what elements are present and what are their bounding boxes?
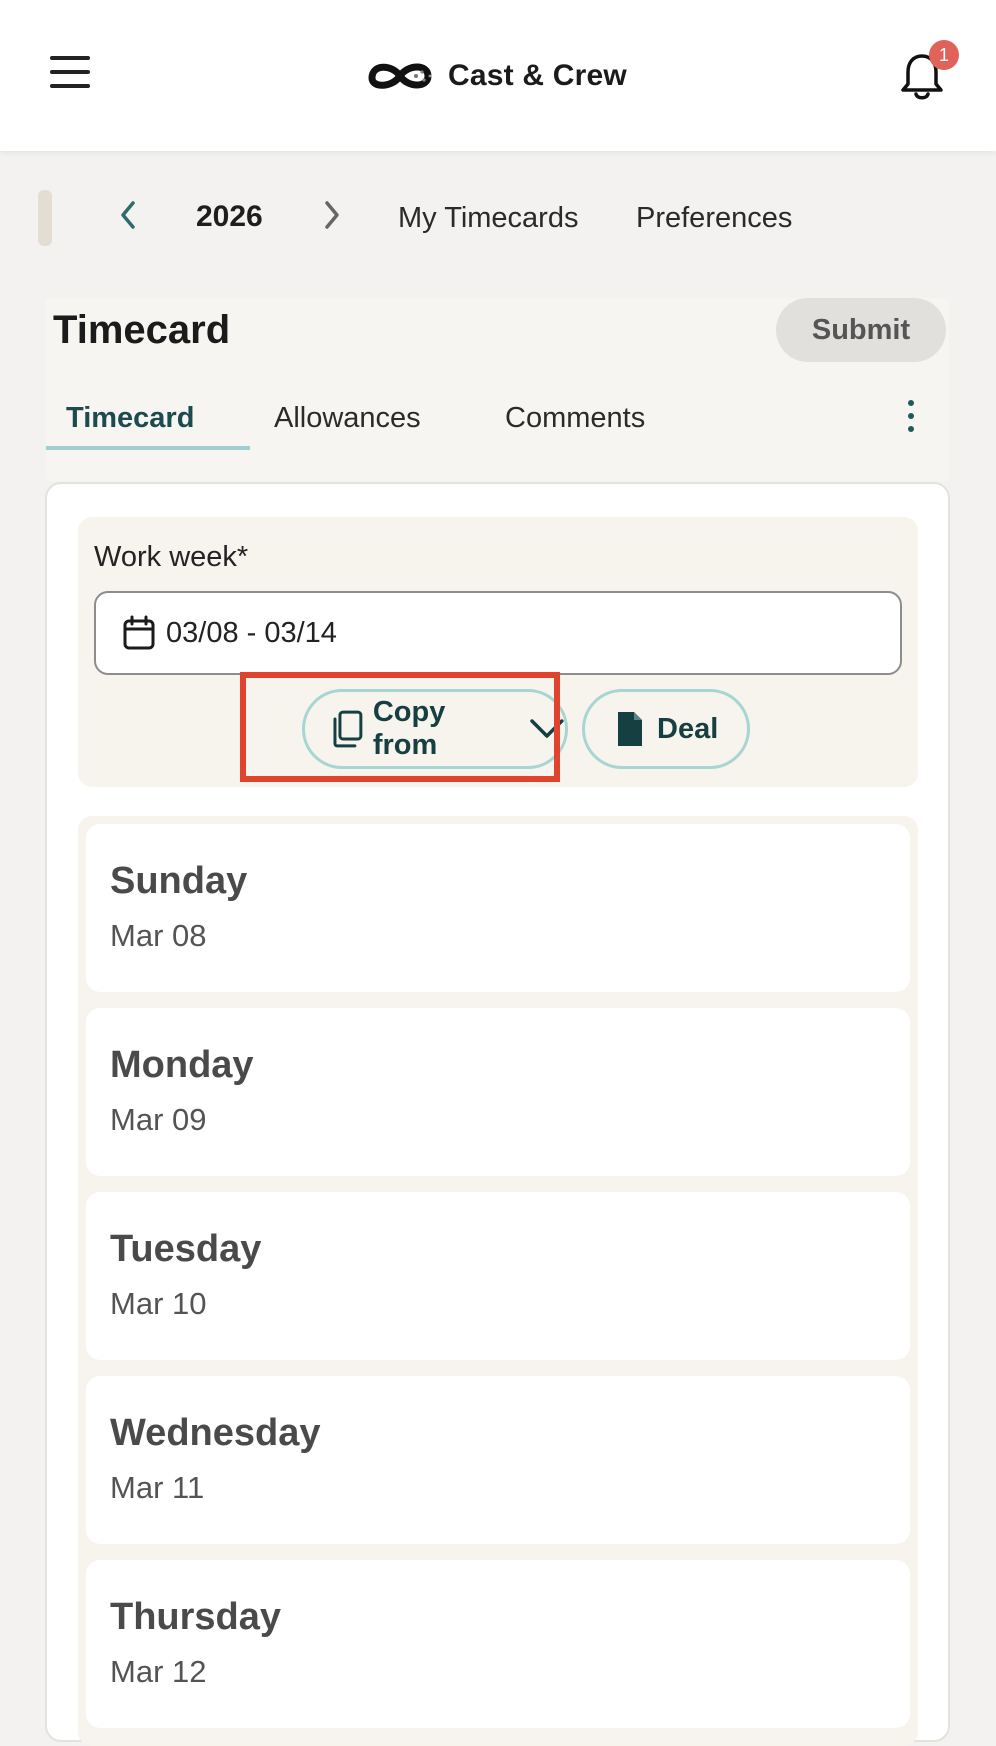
document-icon	[618, 712, 642, 746]
work-week-section: Work week* 03/08 - 03/14 Copy from Deal	[78, 517, 918, 787]
more-options-icon[interactable]	[904, 400, 918, 436]
copy-from-label: Copy from	[372, 696, 446, 761]
active-tab-indicator	[46, 446, 250, 450]
chevron-right-icon[interactable]	[320, 200, 344, 230]
chevron-down-icon	[530, 719, 564, 738]
timecard-panel: Work week* 03/08 - 03/14 Copy from Deal …	[45, 482, 950, 1746]
day-date: Mar 11	[110, 1470, 205, 1505]
day-name: Monday	[110, 1044, 254, 1086]
copy-icon	[333, 710, 363, 748]
top-bar: Cast & Crew 1	[0, 0, 996, 151]
page-title: Timecard	[53, 308, 231, 352]
nav-link-my-timecards[interactable]: My Timecards	[398, 202, 578, 235]
notification-badge: 1	[929, 40, 959, 70]
day-name: Tuesday	[110, 1228, 262, 1270]
work-week-field[interactable]: 03/08 - 03/14	[94, 591, 902, 675]
day-name: Wednesday	[110, 1412, 321, 1454]
day-date: Mar 12	[110, 1654, 207, 1689]
nav-link-preferences[interactable]: Preferences	[636, 202, 792, 235]
day-card-tuesday[interactable]: Tuesday Mar 10	[86, 1192, 910, 1360]
work-week-value: 03/08 - 03/14	[166, 616, 337, 649]
day-name: Thursday	[110, 1596, 282, 1638]
timecard-header: Timecard Submit Timecard Allowances Comm…	[46, 298, 949, 481]
work-week-label: Work week*	[94, 541, 249, 573]
day-date: Mar 08	[110, 918, 207, 953]
brand-name: Cast & Crew	[448, 59, 627, 92]
calendar-icon	[123, 615, 155, 650]
year-label: 2026	[196, 200, 263, 233]
day-card-sunday[interactable]: Sunday Mar 08	[86, 824, 910, 992]
day-card-thursday[interactable]: Thursday Mar 12	[86, 1560, 910, 1728]
submit-button[interactable]: Submit	[776, 298, 946, 362]
day-name: Sunday	[110, 860, 248, 902]
day-card-monday[interactable]: Monday Mar 09	[86, 1008, 910, 1176]
cast-crew-logo-icon	[368, 63, 432, 89]
copy-from-button[interactable]: Copy from	[302, 689, 568, 769]
chevron-left-icon[interactable]	[116, 200, 140, 230]
action-buttons: Copy from Deal	[78, 689, 918, 773]
scroll-handle[interactable]	[38, 190, 52, 246]
menu-icon[interactable]	[50, 56, 90, 92]
brand-logo[interactable]: Cast & Crew	[366, 52, 627, 100]
day-card-wednesday[interactable]: Wednesday Mar 11	[86, 1376, 910, 1544]
tab-allowances[interactable]: Allowances	[274, 402, 421, 435]
year-navigation: 2026 My Timecards Preferences	[0, 186, 996, 246]
day-date: Mar 09	[110, 1102, 207, 1137]
tab-timecard[interactable]: Timecard	[66, 402, 194, 435]
deal-label: Deal	[657, 712, 719, 745]
deal-button[interactable]: Deal	[582, 689, 750, 769]
day-date: Mar 10	[110, 1286, 207, 1321]
day-list: Sunday Mar 08 Monday Mar 09 Tuesday Mar …	[78, 816, 918, 1746]
tab-comments[interactable]: Comments	[505, 402, 645, 435]
